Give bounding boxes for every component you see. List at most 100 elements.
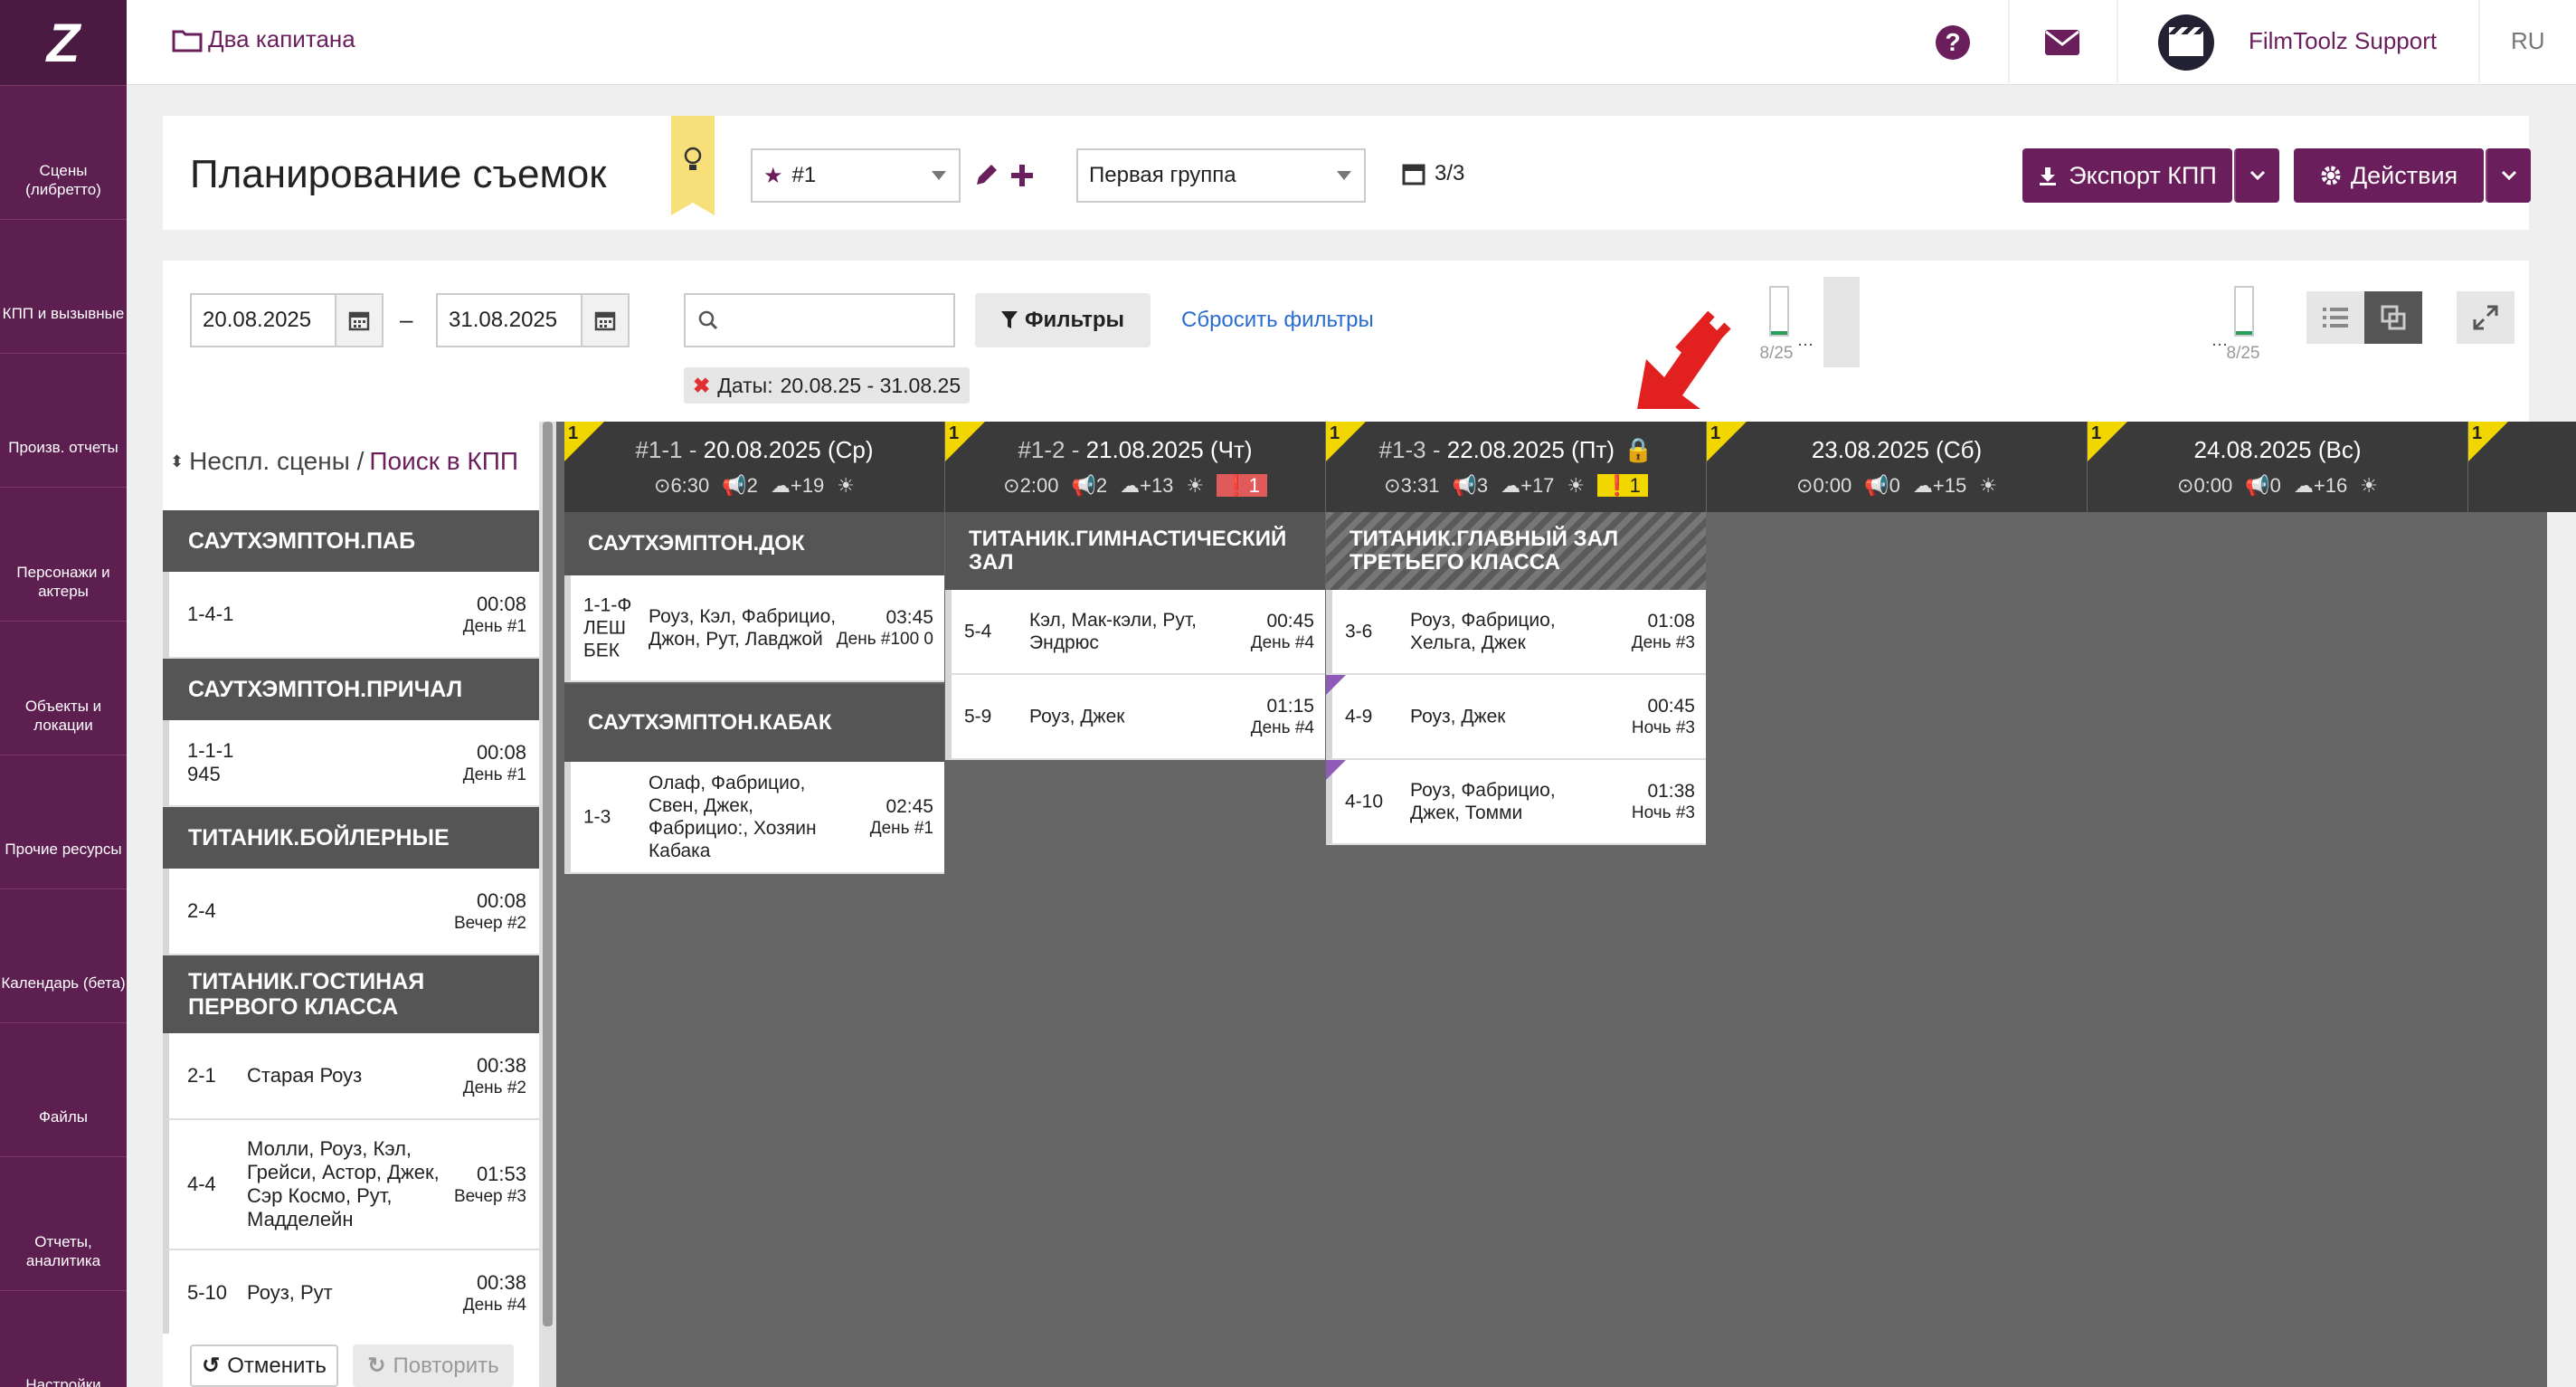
scene-card[interactable]: 4-4 Молли, Роуз, Кэл, Грейси, Астор, Джек… (163, 1120, 539, 1250)
pencil-icon[interactable] (973, 163, 999, 188)
tips-bookmark[interactable] (671, 116, 715, 215)
location-header[interactable]: САУТХЭМПТОН.ПАБ (163, 510, 539, 572)
scene-card[interactable]: 5-4 Кэл, Мак-кэли, Рут, Эндрюс 00:45 День #… (945, 590, 1325, 675)
close-icon[interactable]: ✖ (693, 374, 710, 398)
date-from-input[interactable]: 20.08.2025 (190, 293, 384, 347)
lock-icon[interactable]: 🔒 (1624, 436, 1653, 463)
location-header[interactable]: САУТХЭМПТОН.ПРИЧАЛ (163, 659, 539, 720)
undo-button[interactable]: ↺ Отменить (190, 1344, 338, 1387)
filter-chip[interactable]: ✖ Даты: 20.08.25 - 31.08.25 (684, 367, 971, 404)
sidebar-item-clapperboard[interactable]: Сцены (либретто) (0, 85, 127, 219)
location-header[interactable]: ТИТАНИК.ГЛАВНЫЙ ЗАЛ ТРЕТЬЕГО КЛАССА (1326, 512, 1706, 590)
scene-duration: 01:08 День #3 (1632, 610, 1695, 653)
day-header[interactable]: 1 24.08.2025 (Вс) ⊙0:00 📢0 ☁+16 ☀ (2088, 422, 2467, 512)
minimap-right-label: 8/25 (2226, 344, 2260, 363)
chevron-down-icon (2249, 170, 2266, 181)
sort-icon[interactable]: ⬍ (170, 452, 184, 471)
sidebar-item-image[interactable]: Объекты и локации (0, 621, 127, 755)
minimap-day[interactable] (1769, 286, 1789, 337)
project-link[interactable]: Два капитана (172, 25, 355, 53)
scene-characters: Старая Роуз (247, 1064, 363, 1087)
scrollbar-thumb[interactable] (543, 422, 553, 1326)
group-select[interactable]: Первая группа (1076, 148, 1366, 203)
sliders-icon[interactable] (890, 440, 917, 461)
scene-card[interactable]: 2-1 Старая Роуз 00:38 День #2 (163, 1033, 539, 1120)
search-input[interactable] (684, 293, 955, 347)
filters-button[interactable]: Фильтры (975, 293, 1151, 347)
minimap-day[interactable] (2234, 286, 2254, 337)
scene-card[interactable]: 2-4 00:08 Вечер #2 (163, 869, 539, 955)
scene-card[interactable]: 5-9 Роуз, Джек 01:15 День #4 (945, 675, 1325, 760)
location-header[interactable]: ТИТАНИК.ГОСТИНАЯ ПЕРВОГО КЛАССА (163, 955, 539, 1033)
unscheduled-label[interactable]: Неспл. сцены / (189, 447, 364, 476)
undo-label: Отменить (227, 1353, 327, 1378)
date-to-input[interactable]: 31.08.2025 (436, 293, 630, 347)
sliders-icon[interactable] (1652, 440, 1679, 461)
location-header[interactable]: САУТХЭМПТОН.ДОК (564, 512, 944, 575)
sliders-icon[interactable] (1271, 440, 1298, 461)
location-name: САУТХЭМПТОН.ДОК (588, 531, 805, 556)
calendar-icon[interactable] (581, 295, 628, 346)
sidebar-item-file[interactable]: Файлы (0, 1022, 127, 1156)
fullscreen-button[interactable] (2457, 291, 2514, 344)
day-duration: 0:00 (1813, 474, 1852, 497)
day-date-text: 20.08.2025 (Ср) (703, 436, 874, 463)
day-header[interactable]: 1 23.08.2025 (Сб) ⊙0:00 📢0 ☁+15 ☀ (1707, 422, 2087, 512)
day-date: 24.08.2025 (Вс) (2088, 436, 2467, 464)
scene-card[interactable]: 1-1-1 945 00:08 День #1 (163, 720, 539, 807)
left-panel-title: ⬍ Неспл. сцены / Поиск в КПП (170, 447, 518, 476)
version-select[interactable]: ★ #1 (751, 148, 961, 203)
export-button[interactable]: Экспорт КПП (2022, 148, 2232, 203)
cloud-icon: ☁ (2293, 474, 2314, 497)
date-from-value: 20.08.2025 (203, 308, 312, 332)
scene-characters: Олаф, Фабрицио, Свен, Джек, Фабрицио:, Х… (649, 773, 817, 861)
plus-icon[interactable] (1009, 163, 1035, 188)
scene-card[interactable]: 1-3 Олаф, Фабрицио, Свен, Джек, Фабрицио:… (564, 762, 944, 874)
day-calls: 0 (1889, 474, 1900, 497)
cloud-icon: ☁ (1912, 474, 1933, 497)
day-header[interactable]: 1 (2468, 422, 2576, 512)
scene-card[interactable]: 5-10 Роуз, Рут 00:38 День #4 (163, 1250, 539, 1334)
alert-badge[interactable]: ❗1 (1217, 474, 1267, 497)
day-date: #1-2 - 21.08.2025 (Чт) (945, 436, 1325, 464)
location-header[interactable]: ТИТАНИК.БОЙЛЕРНЫЕ (163, 807, 539, 869)
search-kpp-link[interactable]: Поиск в КПП (369, 447, 518, 476)
reset-filters-link[interactable]: Сбросить фильтры (1181, 308, 1374, 333)
scene-card[interactable]: 4-9 Роуз, Джек 00:45 Ночь #3 (1326, 675, 1706, 760)
sidebar-item-archive[interactable]: Прочие ресурсы (0, 755, 127, 888)
location-header[interactable]: ТИТАНИК.ГИМНАСТИЧЕСКИЙ ЗАЛ (945, 512, 1325, 590)
list-view-button[interactable] (2306, 291, 2364, 344)
board-view-button[interactable] (2364, 291, 2422, 344)
day-header[interactable]: 1 #1-1 - 20.08.2025 (Ср) ⊙6:30 📢2 ☁+19 ☀ (564, 422, 944, 512)
scene-card[interactable]: 1-4-1 00:08 День #1 (163, 572, 539, 659)
mail-icon[interactable] (2044, 29, 2080, 56)
location-header[interactable]: САУТХЭМПТОН.КАБАК (564, 684, 944, 762)
sidebar-item-calendar-grid[interactable]: КПП и вызывные (0, 219, 127, 353)
scene-card[interactable]: 3-6 Роуз, Фабрицио, Хельга, Джек 01:08 День… (1326, 590, 1706, 675)
scene-card[interactable]: 4-10 Роуз, Фабрицио, Джек, Томми 01:38 Ночь… (1326, 760, 1706, 845)
sliders-icon[interactable] (2413, 440, 2440, 461)
avatar[interactable] (2158, 14, 2214, 71)
sliders-icon[interactable] (2032, 440, 2060, 461)
home-icon (476, 977, 510, 1012)
actions-button[interactable]: Действия (2294, 148, 2484, 203)
days-counter: 3/3 (1402, 161, 1464, 186)
sidebar-item-people[interactable]: Персонажи и актеры (0, 487, 127, 621)
day-header[interactable]: 1 #1-2 - 21.08.2025 (Чт) ⊙2:00 📢2 ☁+13 ☀ ❗1 (945, 422, 1325, 512)
sidebar-item-chart[interactable]: Отчеты, аналитика (0, 1156, 127, 1290)
sidebar-item-checkbox[interactable]: Произв. отчеты (0, 353, 127, 487)
actions-dropdown[interactable] (2486, 148, 2531, 203)
scene-card[interactable]: 1-1-Ф ЛЕШ БЕК Роуз, Кэл, Фабрицио, Джон, … (564, 575, 944, 682)
calendar-icon[interactable] (335, 295, 382, 346)
language-switch[interactable]: RU (2511, 27, 2545, 55)
day-header[interactable]: 1 #1-3 - 22.08.2025 (Пт) 🔒 ⊙3:31 📢3 ☁+17 ☀ ❗1 (1326, 422, 1706, 512)
redo-button[interactable]: ↻ Повторить (353, 1344, 514, 1387)
export-dropdown[interactable] (2234, 148, 2279, 203)
scene-day: День #100 0 (836, 630, 933, 649)
sidebar-item-sliders[interactable]: Настройки (0, 1290, 127, 1387)
app-logo[interactable]: Z (0, 0, 127, 85)
sidebar-item-calendar[interactable]: Календарь (бета) (0, 888, 127, 1022)
alert-badge[interactable]: ❗1 (1597, 474, 1648, 497)
help-icon[interactable]: ? (1936, 25, 1970, 60)
user-name[interactable]: FilmToolz Support (2249, 27, 2437, 55)
